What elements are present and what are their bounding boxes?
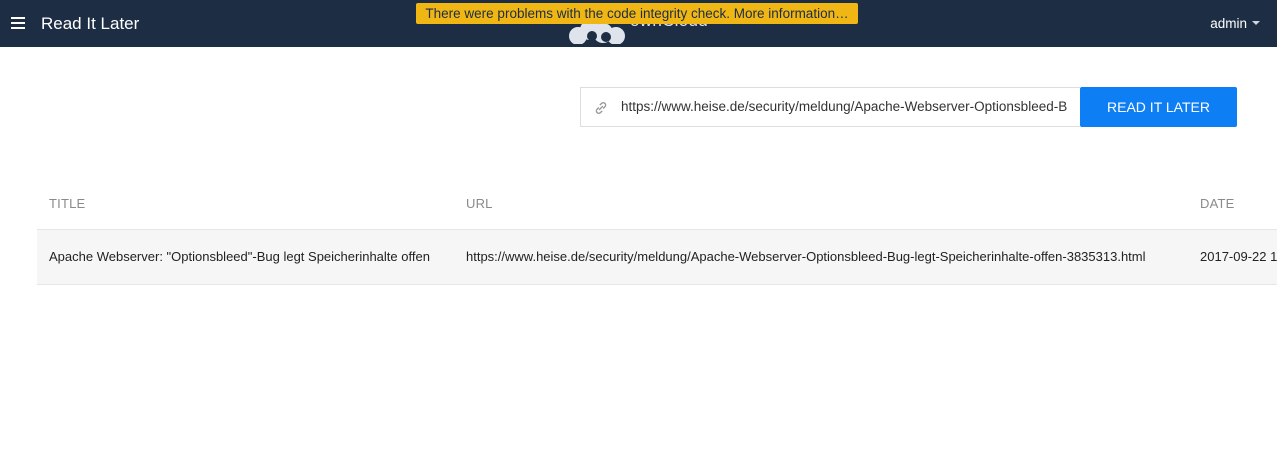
articles-table: TITLE URL DATE Apache Webserver: "Option… bbox=[37, 174, 1277, 285]
row-date: 2017-09-22 1 bbox=[1200, 249, 1277, 264]
integrity-warning-banner[interactable]: There were problems with the code integr… bbox=[416, 3, 858, 24]
url-input[interactable]: https://www.heise.de/security/meldung/Ap… bbox=[621, 88, 1073, 126]
caret-down-icon bbox=[1252, 21, 1260, 25]
table-row[interactable]: Apache Webserver: "Optionsbleed"-Bug leg… bbox=[37, 230, 1277, 285]
table-header: TITLE URL DATE bbox=[37, 174, 1277, 230]
row-url[interactable]: https://www.heise.de/security/meldung/Ap… bbox=[466, 249, 1146, 264]
read-it-later-button[interactable]: READ IT LATER bbox=[1080, 87, 1237, 127]
column-header-date[interactable]: DATE bbox=[1200, 196, 1235, 211]
user-name: admin bbox=[1210, 16, 1247, 31]
app-title[interactable]: Read It Later bbox=[41, 14, 139, 34]
menu-icon[interactable] bbox=[11, 17, 25, 29]
link-icon bbox=[595, 102, 607, 114]
column-header-title[interactable]: TITLE bbox=[49, 196, 85, 211]
top-bar: Read It Later ownCloud There were proble… bbox=[0, 0, 1277, 47]
column-header-url[interactable]: URL bbox=[466, 196, 493, 211]
url-field-wrapper: https://www.heise.de/security/meldung/Ap… bbox=[580, 87, 1080, 127]
user-menu[interactable]: admin bbox=[1210, 16, 1260, 31]
row-title[interactable]: Apache Webserver: "Optionsbleed"-Bug leg… bbox=[49, 249, 430, 264]
